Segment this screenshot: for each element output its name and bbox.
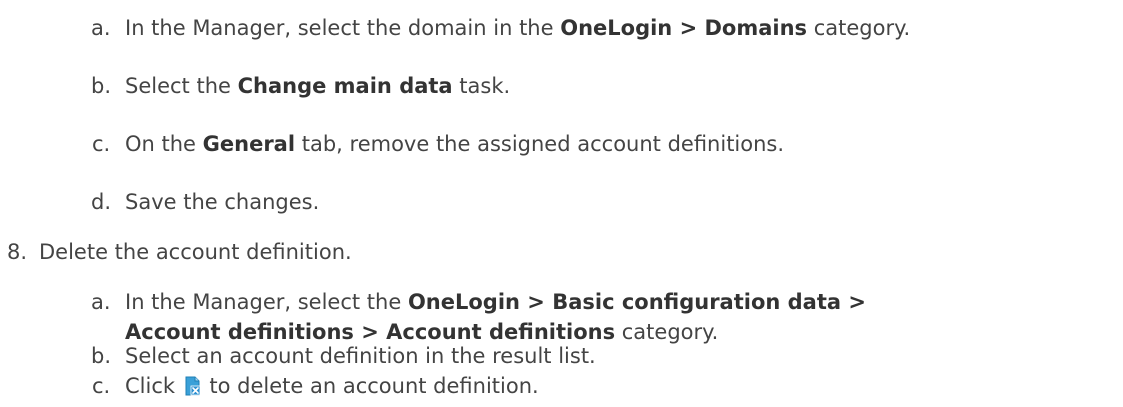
step-8a-text-line-1: In the Manager, select the OneLogin > Ba…	[125, 290, 866, 314]
list-marker: b.	[91, 74, 112, 98]
step-7a-text: In the Manager, select the domain in the…	[125, 16, 911, 40]
step-8b-text: Select an account definition in the resu…	[125, 344, 596, 368]
list-marker: d.	[91, 190, 112, 214]
step-7c-text: On the General tab, remove the assigned …	[125, 132, 785, 156]
step-8-text: Delete the account definition.	[39, 240, 352, 264]
step-7d-text: Save the changes.	[125, 190, 320, 214]
list-marker: c.	[92, 132, 111, 156]
step-8c-text: Click to delete an account definition.	[125, 374, 539, 398]
delete-object-icon	[184, 374, 201, 396]
list-marker: 8.	[7, 240, 28, 264]
list-marker: c.	[92, 374, 111, 398]
document-page: { "steps_prev": [ { "marker": "a.", "par…	[0, 0, 1123, 407]
step-7b-text: Select the Change main data task.	[125, 74, 511, 98]
list-marker: b.	[91, 344, 112, 368]
list-marker: a.	[91, 290, 111, 314]
list-marker: a.	[91, 16, 111, 40]
